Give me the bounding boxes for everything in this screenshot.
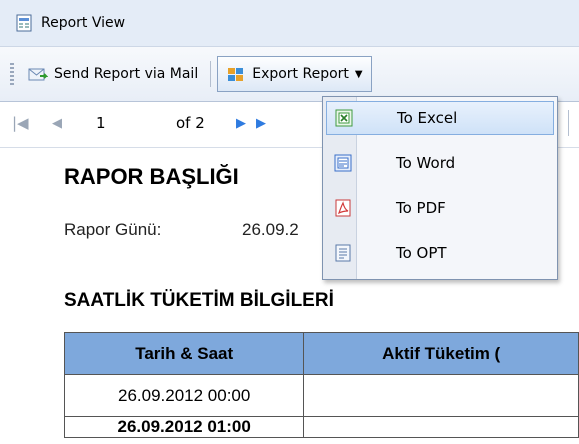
- report-date-label: Rapor Günü:: [64, 220, 162, 239]
- page-count-label: of 2: [176, 114, 205, 132]
- table-header-row: Tarih & Saat Aktif Tüketim (: [63, 332, 579, 375]
- menu-item-to-word[interactable]: To Word: [326, 146, 554, 180]
- export-report-button[interactable]: Export Report ▼: [217, 56, 372, 92]
- menu-item-to-excel[interactable]: To Excel: [326, 101, 554, 135]
- table-row: 26.09.2012 00:00: [63, 374, 579, 417]
- excel-icon: [335, 109, 353, 127]
- next-page-icon[interactable]: ▶: [236, 116, 246, 131]
- report-title: RAPOR BAŞLIĞI: [64, 164, 239, 189]
- pdf-icon: [335, 199, 351, 217]
- send-report-label: Send Report via Mail: [54, 66, 199, 82]
- menu-item-label: To OPT: [396, 244, 447, 262]
- export-dropdown-menu: To Excel To Word To PDF To OPT: [322, 96, 558, 280]
- table-cell-datetime: 26.09.2012 00:00: [63, 374, 305, 417]
- first-page-icon[interactable]: |◀: [12, 114, 29, 132]
- word-icon: [334, 154, 352, 172]
- document-icon: [335, 244, 351, 262]
- report-date-value: 26.09.2: [242, 220, 299, 239]
- previous-page-icon[interactable]: ◀: [52, 116, 62, 131]
- table-row: 26.09.2012 01:00: [63, 416, 579, 438]
- export-icon: [228, 68, 244, 81]
- last-page-icon[interactable]: ▶: [256, 116, 266, 131]
- column-header-datetime: Tarih & Saat: [63, 332, 305, 375]
- menu-item-to-opt[interactable]: To OPT: [326, 236, 554, 270]
- navbar-separator: [568, 110, 569, 136]
- window-title: Report View: [41, 15, 126, 31]
- toolbar: Send Report via Mail Export Report ▼: [0, 46, 579, 102]
- menu-item-label: To PDF: [396, 199, 446, 217]
- table-cell-value: [303, 374, 579, 417]
- menu-item-label: To Excel: [397, 109, 458, 127]
- table-cell-value: [303, 416, 579, 438]
- report-app-icon: [16, 14, 32, 32]
- menu-item-label: To Word: [396, 154, 456, 172]
- send-report-mail-button[interactable]: Send Report via Mail: [22, 59, 204, 89]
- table-cell-datetime: 26.09.2012 01:00: [63, 416, 305, 438]
- chevron-down-icon: ▼: [354, 68, 363, 80]
- column-header-active-consumption: Aktif Tüketim (: [303, 332, 579, 375]
- export-report-label: Export Report: [252, 66, 349, 82]
- current-page-field[interactable]: 1: [96, 114, 106, 132]
- toolbar-grip[interactable]: [10, 63, 14, 85]
- menu-item-to-pdf[interactable]: To PDF: [326, 191, 554, 225]
- section-title: SAATLİK TÜKETİM BİLGİLERİ: [64, 290, 334, 311]
- toolbar-separator: [210, 61, 212, 87]
- consumption-table: Tarih & Saat Aktif Tüketim ( 26.09.2012 …: [63, 332, 579, 438]
- window-titlebar: Report View: [0, 0, 579, 46]
- mail-send-icon: [28, 68, 48, 81]
